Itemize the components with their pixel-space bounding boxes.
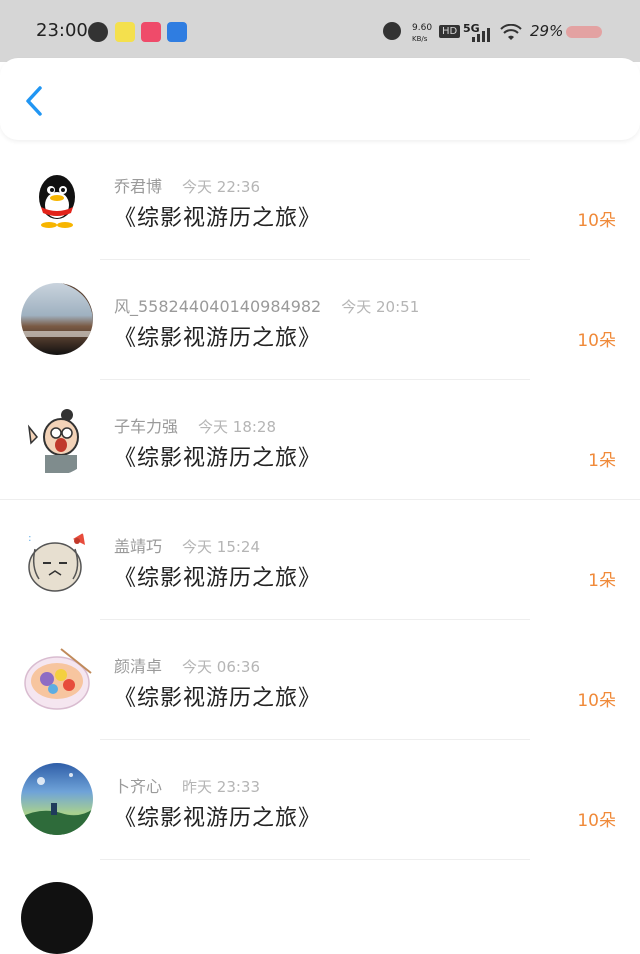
- gift-time: 今天 06:36: [182, 658, 261, 676]
- chevron-left-icon[interactable]: [20, 84, 48, 118]
- status-bar: 23:00 9.60 KB/s HD 5G 29%: [0, 0, 640, 62]
- alarm-icon: [383, 22, 401, 40]
- battery-text: 29%: [530, 22, 564, 40]
- user-name: 卜齐心 昨天 23:33: [114, 777, 261, 796]
- net-unit: KB/s: [412, 35, 428, 43]
- gift-time: 今天 18:28: [198, 418, 277, 436]
- app-icon: [88, 22, 108, 42]
- gift-time: 昨天 23:33: [182, 778, 261, 796]
- status-time: 23:00: [36, 20, 88, 41]
- list-item[interactable]: 子车力强 今天 18:28 《综影视游历之旅》 1朵: [0, 380, 640, 500]
- user-name: 子车力强 今天 18:28: [114, 417, 277, 436]
- list-item[interactable]: 颜清卓 今天 06:36 《综影视游历之旅》 10朵: [0, 620, 640, 740]
- avatar[interactable]: [21, 163, 93, 235]
- book-title: 《综影视游历之旅》: [114, 806, 322, 831]
- gift-time: 今天 22:36: [182, 178, 261, 196]
- user-name: 乔君博 今天 22:36: [114, 177, 261, 196]
- flower-count: 1朵: [588, 451, 616, 471]
- flower-count: 10朵: [577, 691, 616, 711]
- avatar[interactable]: ·:: [21, 523, 93, 595]
- list-item[interactable]: 卜齐心 昨天 23:33 《综影视游历之旅》 10朵: [0, 740, 640, 860]
- avatar[interactable]: [21, 643, 93, 715]
- list-item[interactable]: 乔君博 今天 22:36 《综影视游历之旅》 10朵: [0, 140, 640, 260]
- svg-text:·:: ·:: [25, 533, 32, 544]
- book-title: 《综影视游历之旅》: [114, 326, 322, 351]
- list-item[interactable]: ·: 盖靖巧 今天 15:24 《综影视游历之旅》 1朵: [0, 500, 640, 620]
- flower-count: 10朵: [577, 211, 616, 231]
- gift-list: 乔君博 今天 22:36 《综影视游历之旅》 10朵 风_558244040140…: [0, 140, 640, 954]
- flower-count: 10朵: [577, 331, 616, 351]
- list-item-partial[interactable]: [0, 860, 640, 954]
- wifi-icon: [500, 24, 522, 40]
- book-title: 《综影视游历之旅》: [114, 206, 322, 231]
- avatar[interactable]: [21, 882, 93, 954]
- hd-badge: HD: [439, 25, 461, 38]
- header: [0, 58, 640, 140]
- avatar[interactable]: [21, 403, 93, 475]
- net-speed: 9.60: [412, 23, 433, 33]
- flower-count: 10朵: [577, 811, 616, 831]
- book-title: 《综影视游历之旅》: [114, 686, 322, 711]
- gift-time: 今天 20:51: [341, 298, 420, 316]
- gift-time: 今天 15:24: [182, 538, 261, 556]
- book-title: 《综影视游历之旅》: [114, 446, 322, 471]
- avatar[interactable]: [21, 283, 93, 355]
- user-name: 颜清卓 今天 06:36: [114, 657, 261, 676]
- flower-count: 1朵: [588, 571, 616, 591]
- user-name: 风_558244040140984982 今天 20:51: [114, 297, 420, 316]
- user-name: 盖靖巧 今天 15:24: [114, 537, 261, 556]
- signal-icon: [472, 28, 490, 42]
- app-icon: [167, 22, 187, 42]
- app-icon: [141, 22, 161, 42]
- avatar[interactable]: [21, 763, 93, 835]
- list-item[interactable]: 风_558244040140984982 今天 20:51 《综影视游历之旅》 1…: [0, 260, 640, 380]
- app-icon: [115, 22, 135, 42]
- battery-icon: [566, 26, 602, 38]
- book-title: 《综影视游历之旅》: [114, 566, 322, 591]
